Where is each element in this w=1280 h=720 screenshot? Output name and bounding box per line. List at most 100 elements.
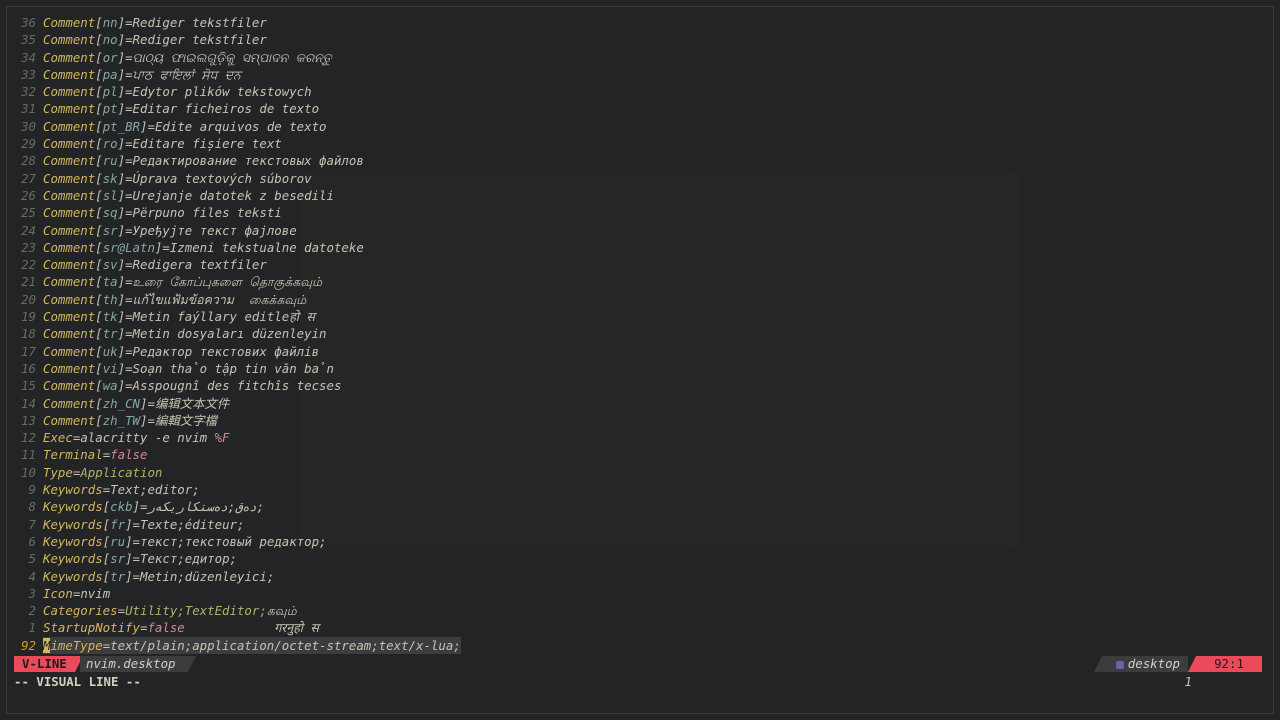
entry-key: Keywords bbox=[43, 551, 103, 567]
editor-line[interactable]: 18 Comment[tr]=Metin dosyaları düzenleyin bbox=[14, 325, 1264, 342]
locale-close-bracket: ] bbox=[117, 136, 126, 152]
editor-line[interactable]: 22 Comment[sv]=Redigera textfiler bbox=[14, 256, 1264, 273]
locale-close-bracket: ] bbox=[117, 378, 126, 394]
editor-line[interactable]: 1 StartupNotify=false गरनुहो स bbox=[14, 619, 1264, 636]
editor-line[interactable]: 23 Comment[sr@Latn]=Izmeni tekstualne dat… bbox=[14, 239, 1264, 256]
line-number: 13 bbox=[21, 412, 36, 428]
editor-line[interactable]: 32 Comment[pl]=Edytor plików tekstowych bbox=[14, 83, 1264, 100]
editor-line[interactable]: 9 Keywords=Text;editor; bbox=[14, 481, 1264, 498]
editor-line[interactable]: 24 Comment[sr]=Уређујте текст фајлове bbox=[14, 222, 1264, 239]
cursor-position: 92:1 bbox=[1188, 656, 1262, 672]
entry-key: Keywords bbox=[43, 499, 103, 515]
entry-key: Comment bbox=[43, 170, 96, 186]
editor-line[interactable]: 26 Comment[sl]=Urejanje datotek z besedil… bbox=[14, 187, 1264, 204]
entry-key: Exec bbox=[43, 430, 73, 446]
editor-line[interactable]: 20 Comment[th]=แก้ไขแฟ้มข้อความ கைக்கவும் bbox=[14, 291, 1264, 308]
field-code: %F bbox=[214, 430, 230, 446]
mode-indicator: V-LINE bbox=[14, 656, 83, 672]
equals-sign: = bbox=[125, 343, 133, 359]
editor-line[interactable]: 2 Categories=Utility;TextEditor;கவும் bbox=[14, 602, 1264, 619]
editor-line[interactable]: 28 Comment[ru]=Редактирование текстовых ф… bbox=[14, 152, 1264, 169]
equals-sign: = bbox=[125, 170, 133, 186]
editor-line[interactable]: 17 Comment[uk]=Редактор текстових файлів bbox=[14, 343, 1264, 360]
locale-close-bracket: ] bbox=[125, 551, 133, 567]
line-content: Comment[tr]=Metin dosyaları düzenleyin bbox=[43, 325, 327, 342]
equals-sign: = bbox=[125, 153, 133, 169]
locale-open-bracket: [ bbox=[95, 118, 103, 134]
editor-line[interactable]: 29 Comment[ro]=Editare fișiere text bbox=[14, 135, 1264, 152]
editor-line[interactable]: 7 Keywords[fr]=Texte;éditeur; bbox=[14, 516, 1264, 533]
locale-open-bracket: [ bbox=[95, 343, 103, 359]
entry-key: Comment bbox=[43, 15, 96, 30]
locale-close-bracket: ] bbox=[117, 360, 126, 376]
entry-key: Comment bbox=[43, 326, 96, 342]
editor-line[interactable]: 25 Comment[sq]=Përpuno files teksti bbox=[14, 204, 1264, 221]
editor-line[interactable]: 92 MimeType=text/plain;application/octet-… bbox=[14, 636, 1264, 654]
entry-key: Comment bbox=[43, 153, 96, 169]
entry-value: text/plain;application/octet-stream;text… bbox=[110, 637, 461, 653]
editor-line[interactable]: 30 Comment[pt_BR]=Edite arquivos de texto bbox=[14, 118, 1264, 135]
line-content: Keywords[ckb]=دەق;دەستکاریکەر; bbox=[43, 498, 264, 515]
line-content: Comment[nn]=Rediger tekstfiler bbox=[43, 14, 267, 31]
equals-sign: = bbox=[125, 84, 133, 100]
entry-key: Comment bbox=[43, 291, 96, 307]
line-content: Keywords[tr]=Metin;düzenleyici; bbox=[43, 568, 274, 585]
editor-buffer[interactable]: 36 Comment[nn]=Rediger tekstfiler 35 Commen… bbox=[14, 14, 1264, 654]
equals-sign: = bbox=[132, 551, 141, 567]
entry-value: 编辑文本文件 bbox=[154, 395, 230, 411]
editor-line[interactable]: 11 Terminal=false bbox=[14, 446, 1264, 463]
editor-line[interactable]: 31 Comment[pt]=Editar ficheiros de texto bbox=[14, 100, 1264, 117]
entry-key: Comment bbox=[43, 309, 96, 325]
locale-close-bracket: ] bbox=[117, 343, 126, 359]
entry-value: Metin;düzenleyici; bbox=[140, 568, 275, 584]
editor-line[interactable]: 6 Keywords[ru]=текст;текстовый редактор; bbox=[14, 533, 1264, 550]
editor-line[interactable]: 14 Comment[zh_CN]=编辑文本文件 bbox=[14, 395, 1264, 412]
locale-open-bracket: [ bbox=[95, 32, 103, 48]
equals-sign: = bbox=[132, 533, 141, 549]
line-number: 4 bbox=[28, 568, 36, 584]
editor-line[interactable]: 35 Comment[no]=Rediger tekstfiler bbox=[14, 31, 1264, 48]
editor-line[interactable]: 10 Type=Application bbox=[14, 464, 1264, 481]
line-content: Type=Application bbox=[43, 464, 162, 481]
boolean-value: false bbox=[147, 620, 185, 636]
line-number: 14 bbox=[21, 395, 36, 411]
entry-key: Comment bbox=[43, 118, 96, 134]
locale-open-bracket: [ bbox=[95, 274, 103, 290]
line-number: 23 bbox=[21, 239, 36, 255]
entry-value: Metin faýllary editleहो स bbox=[132, 309, 315, 325]
editor-line[interactable]: 33 Comment[pa]=ਪਾਠ ਫਾਇਲਾਂ ਸੋਧ ਦਨ bbox=[14, 66, 1264, 83]
line-number: 92 bbox=[21, 637, 36, 653]
locale-close-bracket: ] bbox=[125, 516, 133, 532]
editor-line[interactable]: 36 Comment[nn]=Rediger tekstfiler bbox=[14, 14, 1264, 31]
command-line[interactable]: -- VISUAL LINE -- bbox=[14, 673, 1262, 690]
editor-line[interactable]: 13 Comment[zh_TW]=編輯文字檔 bbox=[14, 412, 1264, 429]
editor-line[interactable]: 19 Comment[tk]=Metin faýllary editleहो स bbox=[14, 308, 1264, 325]
locale-code: ta bbox=[102, 274, 118, 290]
editor-line[interactable]: 3 Icon=nvim bbox=[14, 585, 1264, 602]
locale-code: sr bbox=[102, 222, 118, 238]
entry-value: Redigera textfiler bbox=[132, 257, 267, 273]
entry-value: Уређујте текст фајлове bbox=[132, 222, 297, 238]
locale-code: no bbox=[102, 32, 118, 48]
locale-close-bracket: ] bbox=[125, 533, 133, 549]
editor-line[interactable]: 8 Keywords[ckb]=دەق;دەستکاریکەر; bbox=[14, 498, 1264, 515]
editor-line[interactable]: 5 Keywords[sr]=Текст;едитор; bbox=[14, 550, 1264, 567]
editor-line[interactable]: 12 Exec=alacritty -e nvim %F bbox=[14, 429, 1264, 446]
editor-line[interactable]: 21 Comment[ta]=உரை கோப்புகளை தொகுக்கவும் bbox=[14, 273, 1264, 290]
editor-line[interactable]: 34 Comment[or]=ପାଠ୍ୟ ଫାଇଲଗୁଡ଼ିକୁ ସମ୍ପାଦନ … bbox=[14, 49, 1264, 66]
editor-line[interactable]: 4 Keywords[tr]=Metin;düzenleyici; bbox=[14, 568, 1264, 585]
entry-key: StartupNotify bbox=[43, 620, 140, 636]
line-number: 34 bbox=[21, 49, 36, 65]
entry-value: Rediger tekstfiler bbox=[132, 32, 267, 48]
locale-close-bracket: ] bbox=[117, 274, 126, 290]
line-number: 1 bbox=[28, 620, 36, 636]
editor-line[interactable]: 15 Comment[wa]=Asspougnî des fitchîs tecs… bbox=[14, 377, 1264, 394]
equals-sign: = bbox=[132, 568, 141, 584]
editor-line[interactable]: 27 Comment[sk]=Úprava textových súborov bbox=[14, 170, 1264, 187]
line-number: 7 bbox=[28, 516, 36, 532]
locale-open-bracket: [ bbox=[95, 395, 103, 411]
editor-line[interactable]: 16 Comment[vi]=Soạn thảo tập tin văn bản bbox=[14, 360, 1264, 377]
line-number: 21 bbox=[21, 274, 36, 290]
line-content: Comment[sk]=Úprava textových súborov bbox=[43, 170, 312, 187]
line-number: 12 bbox=[21, 430, 36, 446]
